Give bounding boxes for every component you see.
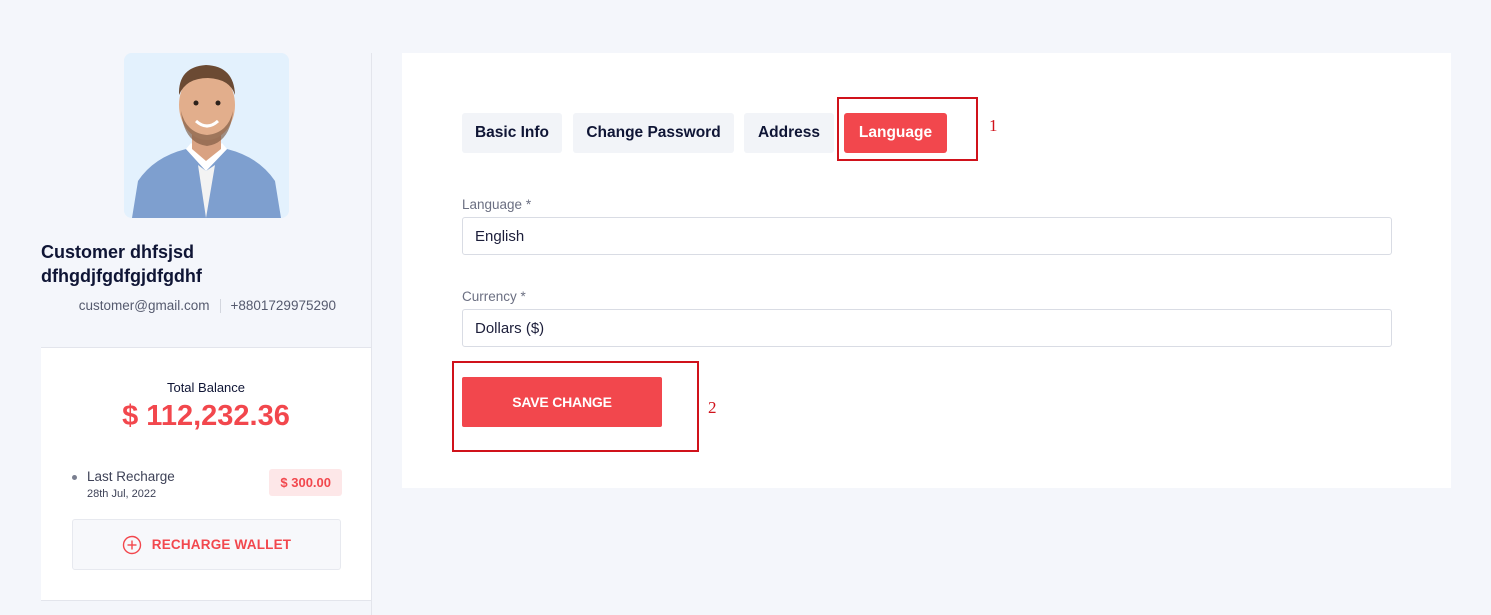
- sidebar-bottom-divider: [41, 600, 371, 601]
- bullet-icon: [72, 475, 77, 480]
- language-label: Language *: [462, 197, 532, 212]
- currency-select[interactable]: Dollars ($): [462, 309, 1392, 347]
- annotation-number-2: 2: [708, 398, 717, 417]
- profile-sidebar: Customer dhfsjsd dfhgdjfgdfgjdfgdhf cust…: [41, 53, 372, 615]
- annotation-box-2: [452, 361, 699, 452]
- tab-basic-info[interactable]: Basic Info: [462, 113, 562, 153]
- tab-address[interactable]: Address: [744, 113, 834, 153]
- annotation-box-1: [837, 97, 978, 161]
- last-recharge-row: Last Recharge 28th Jul, 2022 $ 300.00: [72, 468, 342, 504]
- contact-info: customer@gmail.com +8801729975290: [41, 298, 371, 313]
- contact-divider: [219, 298, 221, 313]
- wallet-card: Total Balance $ 112,232.36 Last Recharge…: [41, 348, 371, 600]
- avatar: [124, 53, 289, 218]
- annotation-number-1: 1: [989, 116, 998, 135]
- profile-settings-page: Customer dhfsjsd dfhgdjfgdfgjdfgdhf cust…: [0, 0, 1491, 615]
- last-recharge-amount: $ 300.00: [269, 469, 342, 496]
- tab-change-password[interactable]: Change Password: [573, 113, 734, 153]
- last-recharge-date: 28th Jul, 2022: [87, 488, 157, 500]
- user-phone: +8801729975290: [230, 298, 337, 313]
- recharge-wallet-label: RECHARGE WALLET: [151, 537, 292, 552]
- language-select[interactable]: English: [462, 217, 1392, 255]
- user-name: Customer dhfsjsd dfhgdjfgdfgjdfgdhf: [41, 242, 202, 286]
- plus-circle-icon: [122, 535, 141, 554]
- user-email: customer@gmail.com: [78, 298, 210, 313]
- balance-amount: $ 112,232.36: [122, 400, 290, 432]
- balance-label: Total Balance: [166, 380, 246, 395]
- currency-label: Currency *: [462, 289, 526, 304]
- recharge-wallet-button[interactable]: RECHARGE WALLET: [72, 519, 341, 570]
- last-recharge-label: Last Recharge: [87, 469, 175, 484]
